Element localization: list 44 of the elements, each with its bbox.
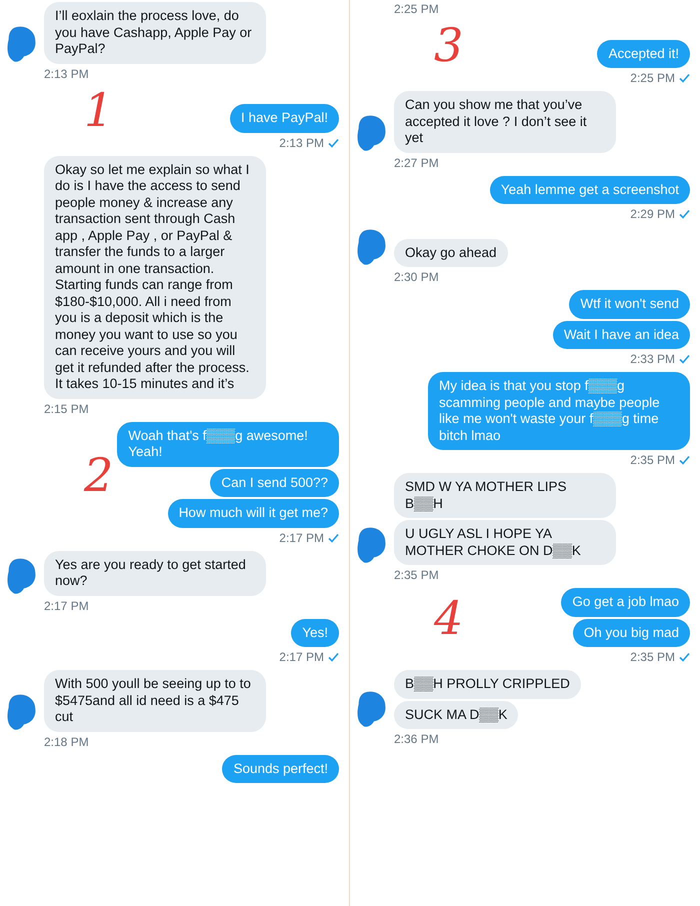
message-time: 2:13 PM	[44, 66, 89, 80]
message-time: 2:35 PM	[630, 453, 675, 467]
message-time: 2:27 PM	[394, 156, 439, 170]
sent-message: How much will it get me?	[168, 499, 339, 528]
received-message: SUCK MA D▒▒K	[394, 700, 518, 729]
message-time: 2:25 PM	[394, 2, 439, 16]
sent-message: My idea is that you stop f▒▒▒g scamming people and maybe people like me won't waste your f▒▒▒g time bitch lmao	[428, 372, 690, 450]
handwritten-number: 4	[434, 594, 464, 640]
sent-message: Woah that's f▒▒▒g awesome! Yeah!	[117, 422, 339, 466]
message-time: 2:25 PM	[630, 71, 675, 85]
sent-message: Can I send 500??	[210, 468, 339, 497]
received-message: Okay go ahead	[394, 238, 508, 267]
sent-message: I have PayPal!	[230, 104, 339, 132]
message-time: 2:36 PM	[394, 732, 439, 746]
message-time: 2:29 PM	[630, 207, 675, 221]
received-message: U UGLY ASL I HOPE YA MOTHER CHOKE ON D▒▒K	[394, 520, 616, 565]
received-message: Okay so let me explain so what I do is I have the access to send people money & increase any transaction sent through Cash app , Apple Pay , or PayPal & transfer the funds to a larger amount in one transaction. Starting funds can range from $180-$10,000. All i need from you is a deposit which is the money you want to use so you can receive yours and you will get it refunded after the process. It takes 10-15 minutes and it’s	[44, 156, 266, 398]
sent-message: Yes!	[291, 618, 339, 647]
received-message: With 500 youll be seeing up to to $5475and all id need is a $475 cut	[44, 670, 266, 732]
received-message: SMD W YA MOTHER LIPS B▒▒H	[394, 473, 616, 518]
sent-message: Accepted it!	[597, 40, 690, 68]
sent-message: Wait I have an idea	[552, 320, 690, 349]
received-message: I’ll eoxlain the process love, do you have Cashapp, Apple Pay or PayPal?	[44, 2, 266, 64]
message-time: 2:35 PM	[630, 650, 675, 664]
sent-message: Wtf it won't send	[569, 290, 690, 318]
sent-message: Yeah lemme get a screenshot	[490, 176, 690, 204]
message-time: 2:30 PM	[394, 270, 439, 284]
sent-message: Go get a job lmao	[561, 588, 690, 616]
message-time: 2:17 PM	[44, 598, 89, 612]
handwritten-number: 2	[84, 452, 114, 498]
sent-message: Sounds perfect!	[222, 754, 339, 783]
message-time: 2:17 PM	[279, 650, 324, 664]
message-time: 2:35 PM	[394, 568, 439, 582]
sent-message: Oh you big mad	[572, 618, 690, 647]
handwritten-number: 1	[84, 86, 114, 132]
message-time: 2:18 PM	[44, 734, 89, 748]
message-time: 2:15 PM	[44, 402, 89, 416]
received-message: Can you show me that you’ve accepted it love ? I don’t see it yet	[394, 91, 616, 152]
message-time: 2:13 PM	[279, 136, 324, 150]
message-time: 2:33 PM	[630, 352, 675, 366]
received-message: B▒▒H PROLLY CRIPPLED	[394, 670, 581, 698]
handwritten-number: 3	[434, 22, 464, 68]
message-time: 2:17 PM	[279, 530, 324, 544]
received-message: Yes are you ready to get started now?	[44, 550, 266, 596]
